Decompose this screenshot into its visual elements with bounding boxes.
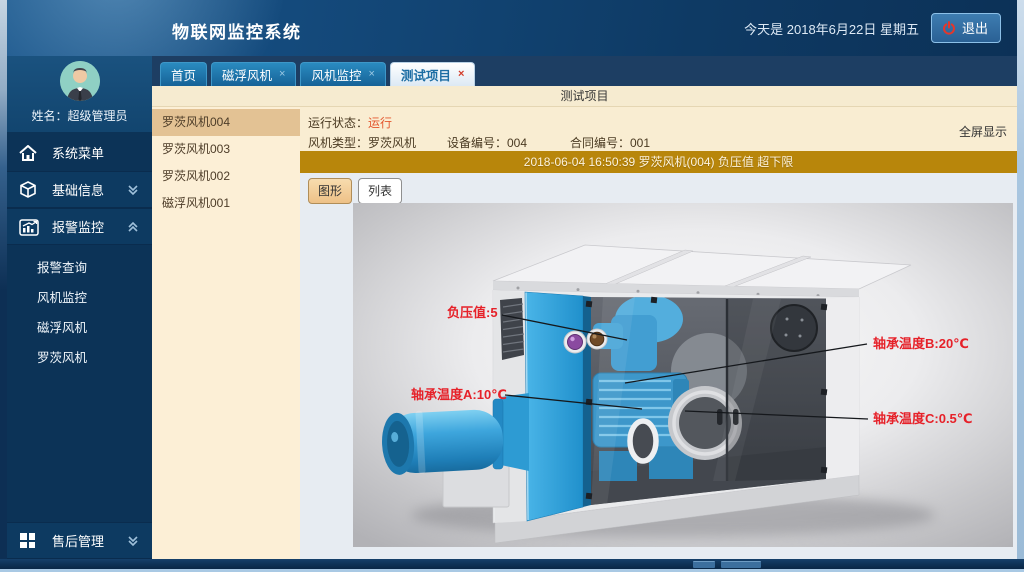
tab-label: 首页 xyxy=(171,65,196,84)
device-number: 设备编号：004 xyxy=(447,134,527,151)
annotation-bearing-temp-c: 轴承温度C:0.5℃ xyxy=(873,412,973,425)
panel-body: 罗茨风机004 罗茨风机003 罗茨风机002 磁浮风机001 运行状态：运行 … xyxy=(152,107,1017,559)
sidebar-item-label: 售后管理 xyxy=(52,531,104,550)
contract-number: 合同编号：001 xyxy=(570,134,650,151)
power-icon xyxy=(942,21,956,35)
annotation-bearing-temp-a: 轴承温度A:10℃ xyxy=(411,388,507,401)
sidebar-item-basic-info[interactable]: 基础信息 xyxy=(7,171,152,208)
device-list: 罗茨风机004 罗茨风机003 罗茨风机002 磁浮风机001 xyxy=(152,107,300,559)
view-toolbar: 图形 列表 xyxy=(308,178,402,204)
sidebar-item-label: 报警监控 xyxy=(52,217,104,236)
tab-home[interactable]: 首页 xyxy=(160,62,207,86)
device-info-rows: 运行状态：运行 全屏显示 风机类型：罗茨风机 设备编号：004 合同编号：001 xyxy=(300,107,1017,151)
alarm-banner: 2018-06-04 16:50:39 罗茨风机(004) 负压值 超下限 xyxy=(300,151,1017,173)
logout-label: 退出 xyxy=(962,18,988,37)
sidebar-subitem-alarm-query[interactable]: 报警查询 xyxy=(7,253,152,283)
tab-fan-monitor[interactable]: 风机监控 × xyxy=(300,62,385,86)
window-frame-left xyxy=(0,0,7,559)
device-list-item[interactable]: 罗茨风机002 xyxy=(152,163,300,190)
sidebar-subitem-maglev-fan[interactable]: 磁浮风机 xyxy=(7,313,152,343)
annotation-negative-pressure: 负压值:5 xyxy=(447,306,498,319)
tab-label: 磁浮风机 xyxy=(222,65,272,84)
date-text: 今天是 2018年6月22日 星期五 xyxy=(744,19,919,38)
device-list-item[interactable]: 罗茨风机003 xyxy=(152,136,300,163)
sidebar-subitem-roots-fan[interactable]: 罗茨风机 xyxy=(7,343,152,373)
bottom-bar-item xyxy=(693,561,715,568)
machine-illustration: 负压值:5 轴承温度A:10℃ 轴承温度B:20℃ 轴承温度C:0.5℃ xyxy=(353,203,1013,547)
home-icon xyxy=(19,145,41,161)
alarm-submenu: 报警查询 风机监控 磁浮风机 罗茨风机 xyxy=(7,245,152,373)
fan-type: 风机类型：罗茨风机 xyxy=(308,134,416,151)
panel-title: 测试项目 xyxy=(152,86,1017,107)
graph-view-button[interactable]: 图形 xyxy=(308,178,352,204)
device-list-item[interactable]: 磁浮风机001 xyxy=(152,190,300,217)
list-view-button[interactable]: 列表 xyxy=(358,178,402,204)
tab-bar: 首页 磁浮风机 × 风机监控 × 测试项目 × xyxy=(152,56,1017,86)
tab-test-project[interactable]: 测试项目 × xyxy=(390,62,475,86)
sidebar-subitem-fan-monitor[interactable]: 风机监控 xyxy=(7,283,152,313)
logout-button[interactable]: 退出 xyxy=(931,13,1001,43)
chevron-down-icon xyxy=(126,183,140,197)
machine-render xyxy=(353,203,1013,547)
page-title: 物联网监控系统 xyxy=(172,18,302,43)
test-project-panel: 测试项目 罗茨风机004 罗茨风机003 罗茨风机002 磁浮风机001 运行状… xyxy=(152,86,1017,559)
grid-icon xyxy=(19,532,41,549)
run-state-value: 运行 xyxy=(368,116,392,130)
sidebar: 姓名：超级管理员 系统菜单 xyxy=(7,56,152,559)
sidebar-menu: 系统菜单 基础信息 xyxy=(7,132,152,559)
chevron-up-icon xyxy=(126,220,140,234)
sidebar-item-label: 基础信息 xyxy=(52,180,104,199)
bottom-bar xyxy=(0,559,1024,572)
sidebar-item-label: 系统菜单 xyxy=(52,143,104,162)
cube-icon xyxy=(19,181,41,198)
sidebar-item-system-menu[interactable]: 系统菜单 xyxy=(7,134,152,171)
device-list-item[interactable]: 罗茨风机004 xyxy=(152,109,300,136)
run-state-label: 运行状态： xyxy=(308,116,368,130)
tab-close-icon[interactable]: × xyxy=(458,69,464,80)
sidebar-item-aftersales[interactable]: 售后管理 xyxy=(7,522,152,559)
tab-maglev-fan[interactable]: 磁浮风机 × xyxy=(211,62,296,86)
window-frame-right xyxy=(1017,0,1024,559)
chart-icon xyxy=(19,218,41,236)
header-right: 今天是 2018年6月22日 星期五 退出 xyxy=(744,0,1001,56)
user-name: 姓名：超级管理员 xyxy=(7,107,152,124)
visualization-area: 图形 列表 xyxy=(300,173,1017,559)
avatar xyxy=(60,61,100,101)
tab-label: 风机监控 xyxy=(311,65,361,84)
bottom-bar-item xyxy=(721,561,761,568)
chevron-down-icon xyxy=(126,534,140,548)
fullscreen-link[interactable]: 全屏显示 xyxy=(959,123,1007,140)
tab-close-icon[interactable]: × xyxy=(368,69,374,80)
main-content: 首页 磁浮风机 × 风机监控 × 测试项目 × 测试项目 罗茨风机004 罗茨风… xyxy=(152,56,1017,559)
header: 物联网监控系统 今天是 2018年6月22日 星期五 退出 xyxy=(7,0,1017,56)
device-detail-area: 运行状态：运行 全屏显示 风机类型：罗茨风机 设备编号：004 合同编号：001… xyxy=(300,107,1017,559)
app-window: 物联网监控系统 今天是 2018年6月22日 星期五 退出 xyxy=(0,0,1024,572)
run-state: 运行状态：运行 xyxy=(308,114,392,131)
tab-label: 测试项目 xyxy=(401,65,451,84)
tab-close-icon[interactable]: × xyxy=(279,69,285,80)
sidebar-item-alarm-monitor[interactable]: 报警监控 xyxy=(7,208,152,245)
user-profile: 姓名：超级管理员 xyxy=(7,56,152,132)
annotation-bearing-temp-b: 轴承温度B:20℃ xyxy=(873,337,969,350)
sidebar-spacer xyxy=(7,373,152,522)
